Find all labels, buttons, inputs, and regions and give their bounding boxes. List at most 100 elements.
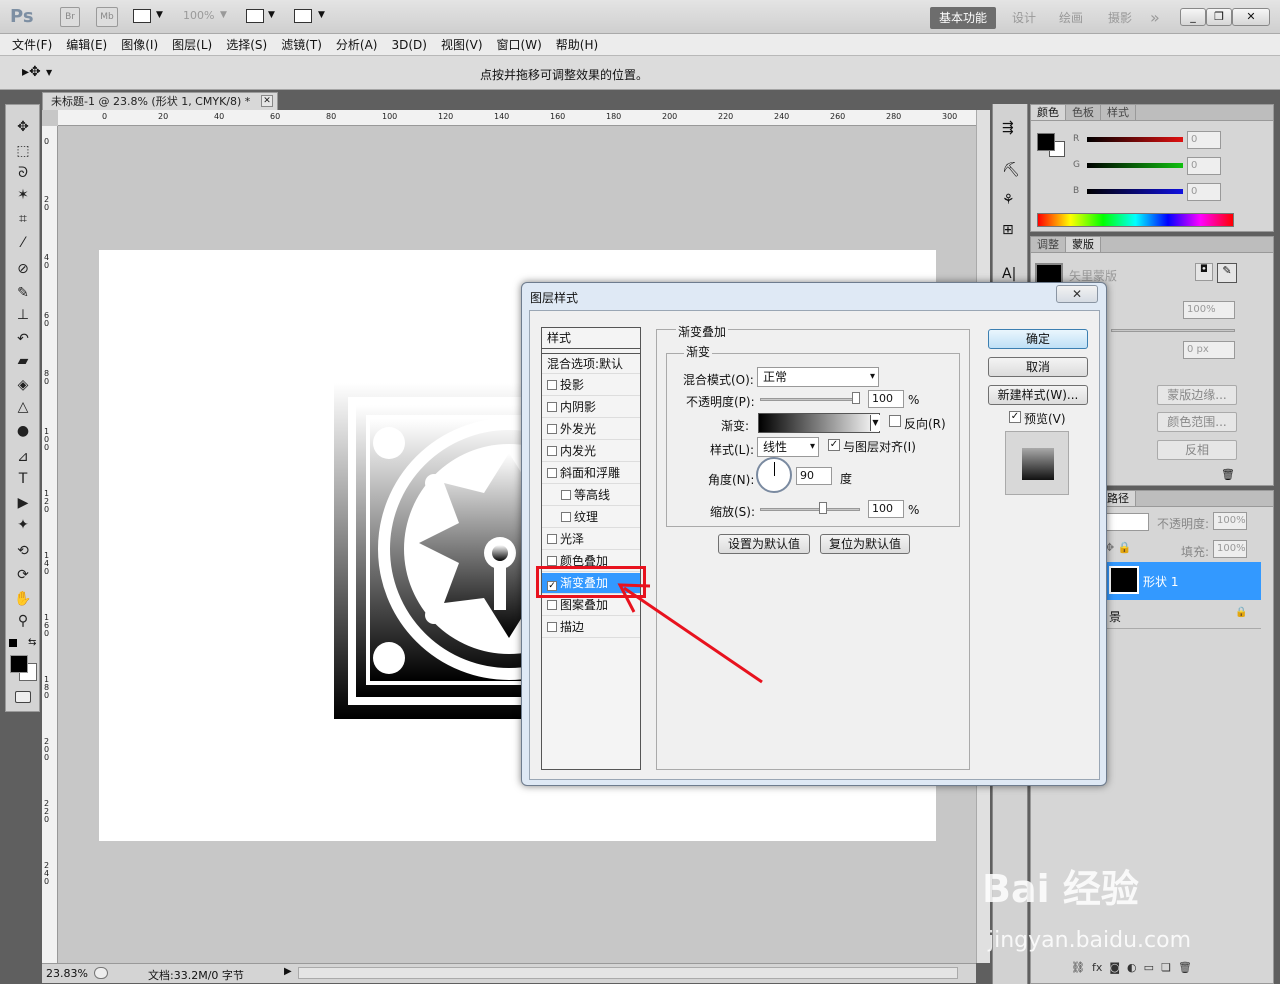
link-layers-icon[interactable]: ⛓ bbox=[1071, 961, 1085, 974]
style-item[interactable]: 外发光 bbox=[542, 419, 640, 440]
blend-mode-select[interactable] bbox=[1105, 513, 1149, 531]
menu-edit[interactable]: 编辑(E) bbox=[66, 34, 107, 55]
style-item[interactable]: 投影 bbox=[542, 375, 640, 396]
custom-shape-tool-icon[interactable]: ✦ bbox=[12, 515, 34, 535]
style-item-checkbox[interactable] bbox=[547, 402, 557, 412]
brush-tool-icon[interactable]: ✎ bbox=[12, 283, 34, 303]
vector-mask-pen-icon[interactable]: ✎ bbox=[1217, 263, 1237, 283]
arrange-documents-icon[interactable] bbox=[246, 9, 264, 23]
style-item[interactable]: 纹理 bbox=[542, 507, 640, 528]
adjustment-layer-icon[interactable]: ◐ bbox=[1127, 961, 1137, 974]
angle-input[interactable]: 90 bbox=[796, 467, 832, 485]
3d-rotate-tool-icon[interactable]: ⟲ bbox=[12, 541, 34, 561]
layer-opacity-value[interactable]: 100% bbox=[1213, 512, 1247, 530]
document-tab[interactable]: 未标题-1 @ 23.8% (形状 1, CMYK/8) * ✕ bbox=[42, 92, 278, 110]
default-colors-icon[interactable] bbox=[9, 639, 17, 647]
menu-view[interactable]: 视图(V) bbox=[441, 34, 483, 55]
style-item-checkbox[interactable] bbox=[547, 534, 557, 544]
cancel-button[interactable]: 取消 bbox=[988, 357, 1088, 377]
add-mask-icon[interactable]: ◙ bbox=[1109, 961, 1120, 974]
paint-bucket-tool-icon[interactable]: ◈ bbox=[12, 375, 34, 395]
tool-presets-icon[interactable]: ⊞ bbox=[1002, 222, 1014, 238]
scale-input[interactable]: 100 bbox=[868, 500, 904, 518]
screen-mode-icon[interactable] bbox=[294, 9, 312, 23]
preview-checkbox[interactable]: ✓ bbox=[1009, 411, 1021, 423]
blue-slider[interactable] bbox=[1087, 189, 1183, 194]
angle-dial[interactable] bbox=[756, 457, 792, 493]
new-layer-icon[interactable]: ❏ bbox=[1161, 961, 1171, 974]
status-arrow-icon[interactable]: ▶ bbox=[284, 966, 292, 977]
close-window-button[interactable]: ✕ bbox=[1232, 8, 1270, 26]
scale-slider[interactable] bbox=[760, 508, 860, 511]
menu-select[interactable]: 选择(S) bbox=[226, 34, 267, 55]
pixel-mask-icon[interactable]: ◘ bbox=[1195, 263, 1213, 281]
new-style-button[interactable]: 新建样式(W)... bbox=[988, 385, 1088, 405]
style-item[interactable]: 斜面和浮雕 bbox=[542, 463, 640, 484]
eraser-tool-icon[interactable]: ▰ bbox=[12, 351, 34, 371]
character-panel-icon[interactable]: A| bbox=[1002, 266, 1016, 282]
fx-icon[interactable]: fx bbox=[1092, 961, 1102, 974]
menu-3d[interactable]: 3D(D) bbox=[391, 34, 426, 55]
healing-brush-tool-icon[interactable]: ⊘ bbox=[12, 259, 34, 279]
green-slider[interactable] bbox=[1087, 163, 1183, 168]
workspace-design[interactable]: 设计 bbox=[1012, 7, 1036, 29]
tab-styles[interactable]: 样式 bbox=[1101, 105, 1136, 120]
layer-row[interactable]: 景 🔒 bbox=[1103, 601, 1261, 629]
bridge-button[interactable]: Br bbox=[60, 7, 80, 27]
style-item[interactable]: 光泽 bbox=[542, 529, 640, 550]
workspace-essentials[interactable]: 基本功能 bbox=[930, 7, 996, 29]
menu-filter[interactable]: 滤镜(T) bbox=[281, 34, 322, 55]
foreground-color-swatch[interactable] bbox=[10, 655, 28, 673]
zoom-level-select[interactable]: 100% bbox=[183, 9, 214, 22]
set-default-button[interactable]: 设置为默认值 bbox=[718, 534, 810, 554]
move-tool-preset-icon[interactable]: ▸✥ bbox=[22, 64, 41, 80]
gradient-style-select[interactable]: 线性 bbox=[757, 437, 819, 457]
mask-edge-button[interactable]: 蒙版边缘... bbox=[1157, 385, 1237, 405]
style-item-checkbox[interactable] bbox=[547, 380, 557, 390]
view-extras-icon[interactable] bbox=[133, 9, 151, 23]
density-slider[interactable] bbox=[1111, 329, 1235, 332]
tab-masks[interactable]: 蒙版 bbox=[1066, 237, 1101, 252]
delete-layer-icon[interactable]: 🗑 bbox=[1178, 961, 1192, 974]
menu-analysis[interactable]: 分析(A) bbox=[336, 34, 378, 55]
align-with-layer-checkbox[interactable]: ✓ bbox=[828, 439, 840, 451]
dodge-tool-icon[interactable]: ● bbox=[12, 421, 34, 441]
layer-fill-value[interactable]: 100% bbox=[1213, 540, 1247, 558]
swap-colors-icon[interactable]: ⇆ bbox=[28, 637, 36, 648]
blur-tool-icon[interactable]: △ bbox=[12, 397, 34, 417]
pen-tool-icon[interactable]: ⊿ bbox=[12, 447, 34, 467]
style-item-checkbox[interactable] bbox=[547, 468, 557, 478]
path-selection-tool-icon[interactable]: ▶ bbox=[12, 493, 34, 513]
zoom-tool-icon[interactable]: ⚲ bbox=[12, 611, 34, 631]
red-slider[interactable] bbox=[1087, 137, 1183, 142]
lock-icon[interactable]: ✥ 🔒 bbox=[1105, 541, 1131, 554]
styles-header[interactable]: 样式 bbox=[542, 328, 640, 349]
clone-stamp-tool-icon[interactable]: ⊥ bbox=[12, 305, 34, 325]
style-item-checkbox[interactable] bbox=[547, 600, 557, 610]
type-tool-icon[interactable]: T bbox=[12, 469, 34, 489]
density-value[interactable]: 100% bbox=[1183, 301, 1235, 319]
hand-tool-icon[interactable]: ✋ bbox=[12, 589, 34, 609]
eyedropper-tool-icon[interactable]: ⁄ bbox=[12, 233, 34, 253]
tab-swatches[interactable]: 色板 bbox=[1066, 105, 1101, 120]
move-tool-icon[interactable]: ✥ bbox=[12, 117, 34, 137]
style-item-checkbox[interactable] bbox=[547, 424, 557, 434]
style-item-checkbox[interactable] bbox=[561, 512, 571, 522]
quick-mask-icon[interactable] bbox=[15, 691, 31, 703]
menu-layer[interactable]: 图层(L) bbox=[172, 34, 212, 55]
color-range-button[interactable]: 颜色范围... bbox=[1157, 412, 1237, 432]
tab-adjustments[interactable]: 调整 bbox=[1031, 237, 1066, 252]
style-item-checkbox[interactable] bbox=[547, 446, 557, 456]
red-value[interactable]: 0 bbox=[1187, 131, 1221, 149]
more-workspaces-button[interactable]: » bbox=[1150, 7, 1160, 29]
menu-file[interactable]: 文件(F) bbox=[12, 34, 52, 55]
invert-button[interactable]: 反相 bbox=[1157, 440, 1237, 460]
ornament-artwork[interactable] bbox=[334, 383, 534, 719]
dialog-close-button[interactable]: ✕ bbox=[1056, 285, 1098, 303]
gradient-picker[interactable] bbox=[758, 413, 880, 433]
clone-source-icon[interactable]: ⚘ bbox=[1002, 192, 1015, 208]
layer-row-selected[interactable]: 形状 1 bbox=[1103, 562, 1261, 600]
minimize-button[interactable]: _ bbox=[1180, 8, 1206, 26]
chevron-down-icon[interactable]: ▼ bbox=[870, 415, 880, 431]
style-item[interactable]: 内阴影 bbox=[542, 397, 640, 418]
